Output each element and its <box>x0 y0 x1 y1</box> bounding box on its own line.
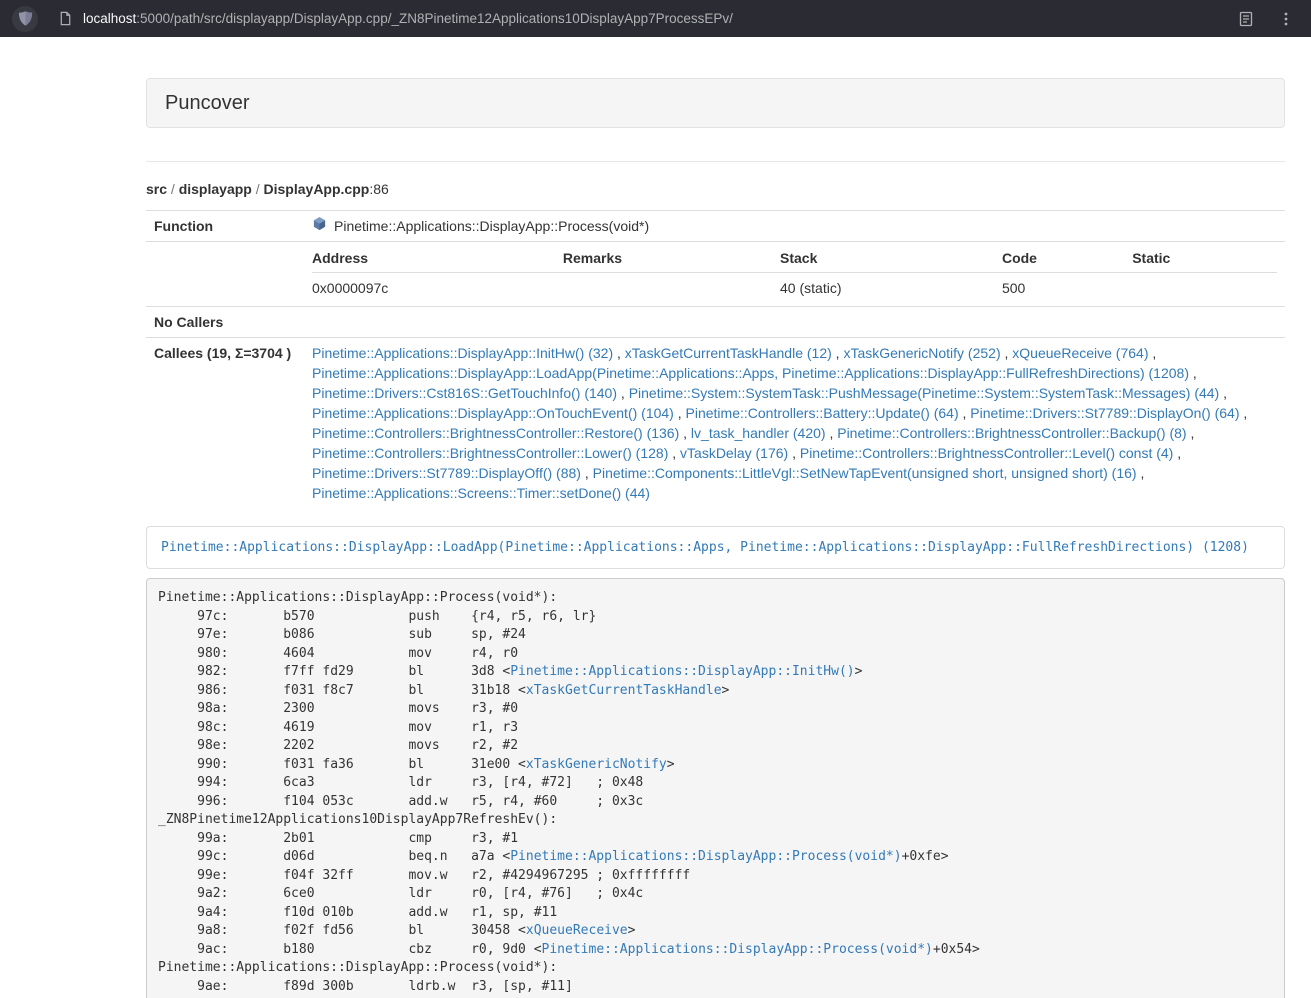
header-divider <box>146 161 1285 162</box>
disassembly-symbol-link[interactable]: Pinetime::Applications::DisplayApp::Proc… <box>510 849 901 864</box>
callee-link[interactable]: xTaskGetCurrentTaskHandle (12) <box>625 345 832 361</box>
callees-list: Pinetime::Applications::DisplayApp::Init… <box>304 338 1285 509</box>
callee-link[interactable]: xQueueReceive (764) <box>1012 345 1148 361</box>
selected-callee-panel: Pinetime::Applications::DisplayApp::Load… <box>146 526 1285 569</box>
stats-header-stack: Stack <box>780 245 1002 273</box>
no-callers-label: No Callers <box>146 307 304 338</box>
url-host: localhost <box>83 11 136 26</box>
disassembly-symbol-link[interactable]: xTaskGenericNotify <box>526 757 667 772</box>
stats-header-code: Code <box>1002 245 1132 273</box>
callee-link[interactable]: vTaskDelay (176) <box>680 445 788 461</box>
breadcrumb: src / displayapp / DisplayApp.cpp:86 <box>146 179 1285 199</box>
callee-link[interactable]: Pinetime::Controllers::BrightnessControl… <box>312 425 679 441</box>
stats-header-remarks: Remarks <box>563 245 780 273</box>
disassembly-symbol-link[interactable]: xTaskGetCurrentTaskHandle <box>526 683 722 698</box>
tracking-shield-icon[interactable] <box>12 6 38 32</box>
stats-row-label <box>146 242 304 307</box>
callee-link[interactable]: Pinetime::Drivers::Cst816S::GetTouchInfo… <box>312 385 617 401</box>
callees-label: Callees (19, Σ=3704 ) <box>146 338 304 509</box>
selected-callee-link[interactable]: Pinetime::Applications::DisplayApp::Load… <box>161 540 1249 555</box>
breadcrumb-link[interactable]: DisplayApp.cpp <box>264 181 370 197</box>
callee-link[interactable]: Pinetime::Applications::DisplayApp::OnTo… <box>312 405 674 421</box>
callee-link[interactable]: Pinetime::Controllers::BrightnessControl… <box>312 445 668 461</box>
stats-value-address: 0x0000097c <box>312 273 563 304</box>
function-row: Function Pinetime::Applications::Display… <box>146 211 1285 242</box>
breadcrumb-separator: / <box>167 181 179 197</box>
callee-link[interactable]: Pinetime::Controllers::Battery::Update()… <box>686 405 959 421</box>
function-detail-table: Function Pinetime::Applications::Display… <box>146 210 1285 508</box>
page-icon <box>58 11 73 26</box>
breadcrumb-separator: / <box>252 181 264 197</box>
stats-header-address: Address <box>312 245 563 273</box>
stats-row: Address Remarks Stack Code Static 0x0000… <box>146 242 1285 307</box>
disassembly-symbol-link[interactable]: Pinetime::Applications::DisplayApp::Init… <box>510 664 854 679</box>
function-name: Pinetime::Applications::DisplayApp::Proc… <box>334 216 649 236</box>
disassembly-symbol-link[interactable]: xQueueReceive <box>526 923 628 938</box>
callees-row: Callees (19, Σ=3704 ) Pinetime::Applicat… <box>146 338 1285 509</box>
callee-link[interactable]: Pinetime::Controllers::BrightnessControl… <box>800 445 1173 461</box>
stats-value-stack: 40 (static) <box>780 273 1002 304</box>
app-title: Puncover <box>165 91 1266 115</box>
callee-link[interactable]: Pinetime::Applications::DisplayApp::Init… <box>312 345 613 361</box>
url-bar[interactable]: localhost:5000/path/src/displayapp/Displ… <box>83 11 1223 26</box>
function-row-label: Function <box>146 211 304 242</box>
stats-header-static: Static <box>1132 245 1277 273</box>
function-stats-table: Address Remarks Stack Code Static 0x0000… <box>312 245 1277 303</box>
disassembly-pre: Pinetime::Applications::DisplayApp::Proc… <box>146 578 1285 998</box>
callee-link[interactable]: Pinetime::Applications::DisplayApp::Load… <box>312 365 1189 381</box>
breadcrumb-link[interactable]: src <box>146 181 167 197</box>
callee-link[interactable]: lv_task_handler (420) <box>691 425 826 441</box>
page-container: Puncover src / displayapp / DisplayApp.c… <box>146 78 1285 998</box>
kebab-menu-icon[interactable] <box>1273 6 1299 32</box>
stats-value-code: 500 <box>1002 273 1132 304</box>
callee-link[interactable]: Pinetime::Drivers::St7789::DisplayOn() (… <box>970 405 1239 421</box>
reader-view-icon[interactable] <box>1233 6 1259 32</box>
disassembly-symbol-link[interactable]: Pinetime::Applications::DisplayApp::Proc… <box>542 942 933 957</box>
breadcrumb-link[interactable]: displayapp <box>179 181 252 197</box>
callee-link[interactable]: Pinetime::Controllers::BrightnessControl… <box>837 425 1186 441</box>
stats-value-static <box>1132 273 1277 304</box>
toolbar-right-icons <box>1233 6 1299 32</box>
callee-link[interactable]: Pinetime::Applications::Screens::Timer::… <box>312 485 650 501</box>
callee-link[interactable]: Pinetime::System::SystemTask::PushMessag… <box>629 385 1220 401</box>
callee-link[interactable]: xTaskGenericNotify (252) <box>843 345 1000 361</box>
no-callers-row: No Callers <box>146 307 1285 338</box>
breadcrumb-line-number: :86 <box>369 181 388 197</box>
callee-link[interactable]: Pinetime::Components::LittleVgl::SetNewT… <box>593 465 1137 481</box>
url-path: :5000/path/src/displayapp/DisplayApp.cpp… <box>136 11 733 26</box>
function-type-icon <box>312 216 327 236</box>
app-header-panel: Puncover <box>146 78 1285 128</box>
callee-link[interactable]: Pinetime::Drivers::St7789::DisplayOff() … <box>312 465 581 481</box>
stats-value-remarks <box>563 273 780 304</box>
browser-toolbar: localhost:5000/path/src/displayapp/Displ… <box>0 0 1311 37</box>
